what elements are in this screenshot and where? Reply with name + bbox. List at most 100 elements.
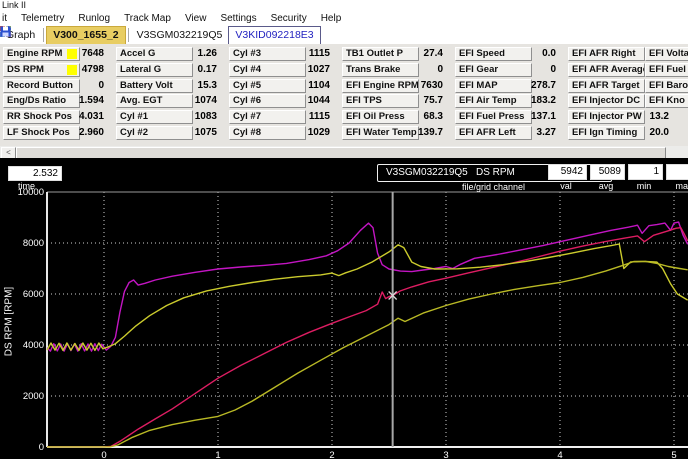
grid-cell: Cyl #61044 [229, 94, 341, 107]
channel-value: 4798 [82, 64, 104, 75]
channel-button[interactable]: Record Button [3, 79, 80, 93]
channel-button[interactable]: LF Shock Pos [3, 126, 80, 140]
channel-value: 7648 [82, 48, 104, 59]
channel-button[interactable]: EFI Fuel [645, 63, 688, 77]
channel-button[interactable]: Accel G [116, 47, 193, 61]
channel-color-swatch [67, 49, 77, 59]
channel-button[interactable]: EFI TPS [342, 94, 419, 108]
tab-label: V3KID092218E3 [235, 29, 313, 41]
channel-button[interactable]: RR Shock Pos [3, 110, 80, 124]
channel-value: 1115 [309, 111, 330, 122]
channel-button[interactable]: Cyl #2 [116, 126, 193, 140]
channel-button[interactable]: EFI Injector PW [568, 110, 645, 124]
rpm-plot[interactable]: 0200040006000800010000012345 [0, 158, 688, 459]
grid-column: EFI Volta EFI Fuel EFI BaroEFI Kno [645, 47, 688, 110]
channel-button[interactable]: EFI Speed [455, 47, 532, 61]
channel-button[interactable]: EFI Ign Timing [568, 126, 645, 140]
channel-button[interactable]: DS RPM [3, 63, 80, 77]
y-tick-label: 2000 [23, 391, 44, 402]
channel-button[interactable]: Cyl #3 [229, 47, 306, 61]
channel-value: 0 [437, 64, 443, 75]
channel-button[interactable]: Engine RPM [3, 47, 80, 61]
tab-file-v300-1655-2[interactable]: V300_1655_2 [46, 26, 125, 45]
grid-cell: Cyl #51104 [229, 79, 341, 92]
series-v3sgm032219q5-ds-rpm [47, 228, 688, 447]
channel-button[interactable]: EFI Air Temp [455, 94, 532, 108]
channel-value: 1115 [309, 48, 330, 59]
grid-cell: EFI Fuel Press137.1 [455, 110, 567, 123]
channel-value: 1083 [195, 111, 217, 122]
channel-button[interactable]: EFI Water Temp [342, 126, 419, 140]
channel-button[interactable]: Cyl #7 [229, 110, 306, 124]
menu-bar: it Telemetry Runlog Track Map View Settings Se… [2, 12, 688, 25]
stat-min-label: min [628, 181, 660, 191]
grid-cell: RR Shock Pos4.031 [3, 110, 115, 123]
grid-cell: DS RPM4798 [3, 63, 115, 76]
grid-cell: EFI Speed0.0 [455, 47, 567, 60]
channel-button[interactable]: EFI Engine RPM [342, 79, 419, 93]
floppy-disk-icon [0, 26, 11, 37]
tab-file-v3sgm032219q5[interactable]: V3SGM032219Q5 [131, 27, 229, 44]
channel-button[interactable]: EFI Fuel Press [455, 110, 532, 124]
grid-column: EFI Speed0.0EFI Gear0EFI MAP278.7EFI Air… [455, 47, 567, 142]
channel-value: 139.7 [418, 127, 443, 138]
channel-button[interactable]: EFI Gear [455, 63, 532, 77]
stat-min-value: 1 [628, 164, 663, 180]
menu-item-track-map[interactable]: Track Map [124, 13, 171, 24]
channel-value: 183.2 [531, 95, 556, 106]
grid-cell: Cyl #41027 [229, 63, 341, 76]
grid-cell: EFI Air Temp183.2 [455, 94, 567, 107]
channel-button[interactable]: EFI AFR Average [568, 63, 645, 77]
channel-button[interactable]: EFI Injector DC [568, 94, 645, 108]
channel-value: 3.27 [537, 127, 556, 138]
channel-value: 0 [98, 80, 104, 91]
channel-button[interactable]: EFI AFR Target [568, 79, 645, 93]
channel-value: 1104 [308, 80, 330, 91]
y-tick-label: 6000 [23, 289, 44, 300]
channel-button[interactable]: Trans Brake [342, 63, 419, 77]
grid-cell: Cyl #31115 [229, 47, 341, 60]
y-tick-label: 8000 [23, 238, 44, 249]
grid-cell: Battery Volt15.3 [116, 79, 228, 92]
menu-item-it[interactable]: it [2, 13, 7, 24]
telemetry-data-grid: Engine RPM7648DS RPM4798Record Button0En… [0, 44, 688, 146]
channel-button[interactable]: Lateral G [116, 63, 193, 77]
grid-cell: LF Shock Pos2.960 [3, 126, 115, 139]
stat-max-label: max [666, 181, 688, 191]
channel-button[interactable]: Cyl #5 [229, 79, 306, 93]
grid-cell: EFI Gear0 [455, 63, 567, 76]
channel-button[interactable]: EFI Volta [645, 47, 688, 61]
channel-button[interactable]: Battery Volt [116, 79, 193, 93]
menu-item-runlog[interactable]: Runlog [78, 13, 110, 24]
menu-item-view[interactable]: View [185, 13, 207, 24]
channel-value: 1044 [308, 95, 330, 106]
channel-value: 7630 [421, 80, 443, 91]
grid-cell: EFI Water Temp139.7 [342, 126, 454, 139]
menu-item-telemetry[interactable]: Telemetry [21, 13, 64, 24]
channel-button[interactable]: EFI AFR Left [455, 126, 532, 140]
channel-button[interactable]: Cyl #4 [229, 63, 306, 77]
channel-button[interactable]: EFI Baro [645, 79, 688, 93]
tab-separator [128, 28, 129, 42]
tab-file-v3kid092218e3[interactable]: V3KID092218E3 [228, 26, 320, 45]
channel-button[interactable]: Eng/Ds Ratio [3, 94, 80, 108]
x-tick-label: 3 [443, 450, 448, 459]
channel-button[interactable]: EFI Kno [645, 94, 688, 108]
channel-button[interactable]: Cyl #1 [116, 110, 193, 124]
channel-button[interactable]: TB1 Outlet P [342, 47, 419, 61]
channel-button[interactable]: Cyl #8 [229, 126, 306, 140]
channel-value: 4.031 [79, 111, 104, 122]
app-window: { "window": { "title": "Link II" }, "men… [0, 0, 688, 459]
channel-button[interactable]: Avg. EGT [116, 94, 193, 108]
menu-item-security[interactable]: Security [271, 13, 307, 24]
channel-button[interactable]: EFI MAP [455, 79, 532, 93]
menu-item-help[interactable]: Help [321, 13, 342, 24]
menu-item-settings[interactable]: Settings [220, 13, 256, 24]
channel-value: 1029 [308, 127, 330, 138]
channel-value: 1.26 [198, 48, 217, 59]
channel-button[interactable]: EFI Oil Press [342, 110, 419, 124]
grid-cell: EFI Kno [645, 94, 688, 107]
y-axis-title: DS RPM [RPM] [4, 282, 15, 362]
channel-button[interactable]: EFI AFR Right [568, 47, 645, 61]
channel-button[interactable]: Cyl #6 [229, 94, 306, 108]
